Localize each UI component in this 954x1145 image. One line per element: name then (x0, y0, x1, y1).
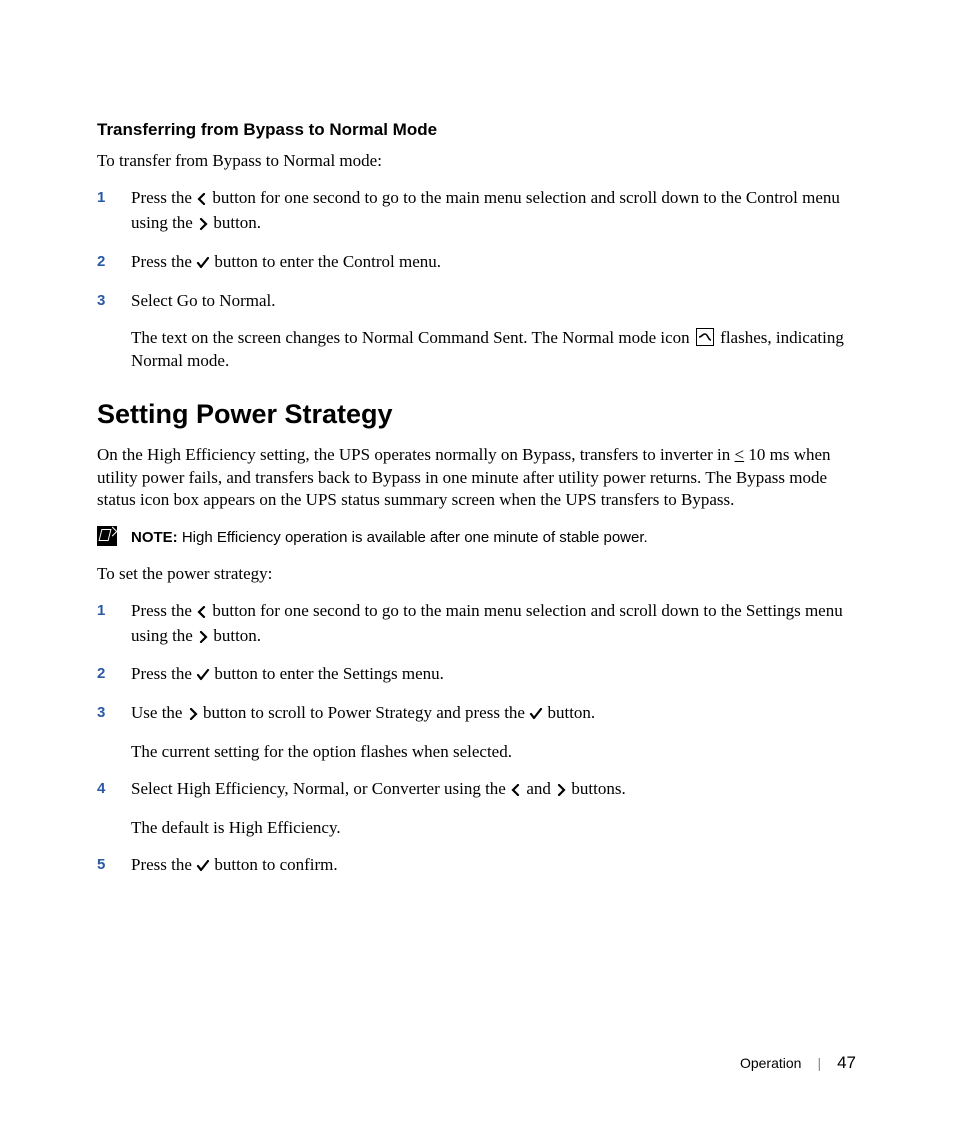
text-run: and (522, 779, 555, 798)
text-run: Press the (131, 601, 196, 620)
document-page: Transferring from Bypass to Normal Mode … (0, 0, 954, 1145)
step-text: Press the button for one second to go to… (131, 600, 856, 650)
step-text: Press the button to enter the Settings m… (131, 663, 856, 688)
text-run: button to confirm. (210, 855, 337, 874)
right-chevron-icon (187, 704, 199, 727)
left-chevron-icon (196, 602, 208, 625)
step-number: 4 (97, 778, 131, 797)
step-item: 3 Use the button to scroll to Power Stra… (97, 702, 856, 764)
text-run: button. (209, 213, 261, 232)
note-callout: NOTE: High Efficiency operation is avail… (97, 526, 856, 548)
step-text: Press the button to confirm. (131, 854, 856, 879)
left-chevron-icon (510, 780, 522, 803)
step-text: Select Go to Normal. The text on the scr… (131, 290, 856, 373)
page-number: 47 (837, 1053, 856, 1073)
step-number: 2 (97, 251, 131, 270)
step-text: Press the button to enter the Control me… (131, 251, 856, 276)
note-body: High Efficiency operation is available a… (178, 529, 648, 546)
section-heading: Setting Power Strategy (97, 399, 856, 430)
step-number: 3 (97, 290, 131, 309)
step-subtext: The default is High Efficiency. (131, 817, 856, 840)
text-run: Press the (131, 664, 196, 683)
page-footer: Operation | 47 (740, 1053, 856, 1073)
check-icon (529, 704, 543, 727)
body-paragraph: On the High Efficiency setting, the UPS … (97, 444, 856, 513)
text-run: Press the (131, 188, 196, 207)
steps-list-2: 1 Press the button for one second to go … (97, 600, 856, 880)
footer-section: Operation (740, 1055, 801, 1071)
note-icon-cell (97, 526, 131, 546)
right-chevron-icon (555, 780, 567, 803)
right-chevron-icon (197, 214, 209, 237)
lte-symbol: < (735, 445, 745, 464)
step-item: 2 Press the button to enter the Control … (97, 251, 856, 276)
check-icon (196, 253, 210, 276)
check-icon (196, 856, 210, 879)
left-chevron-icon (196, 189, 208, 212)
step-item: 4 Select High Efficiency, Normal, or Con… (97, 778, 856, 840)
step-text: Use the button to scroll to Power Strate… (131, 702, 856, 764)
step-number: 3 (97, 702, 131, 721)
step-text: Select High Efficiency, Normal, or Conve… (131, 778, 856, 840)
text-run: On the High Efficiency setting, the UPS … (97, 445, 735, 464)
text-run: Select Go to Normal. (131, 291, 275, 310)
step-number: 1 (97, 600, 131, 619)
footer-divider: | (817, 1055, 821, 1071)
note-text: NOTE: High Efficiency operation is avail… (131, 526, 648, 548)
text-run: button. (543, 703, 595, 722)
text-run: button. (209, 626, 261, 645)
text-run: buttons. (567, 779, 626, 798)
step-subtext: The text on the screen changes to Normal… (131, 327, 856, 373)
steps-list-1: 1 Press the button for one second to go … (97, 187, 856, 373)
step-item: 5 Press the button to confirm. (97, 854, 856, 879)
subsection-heading: Transferring from Bypass to Normal Mode (97, 120, 856, 140)
text-run: button to enter the Settings menu. (210, 664, 444, 683)
text-run: Press the (131, 855, 196, 874)
text-run: Press the (131, 252, 196, 271)
step-subtext: The current setting for the option flash… (131, 741, 856, 764)
text-run: Select High Efficiency, Normal, or Conve… (131, 779, 510, 798)
step-text: Press the button for one second to go to… (131, 187, 856, 237)
step-item: 1 Press the button for one second to go … (97, 187, 856, 237)
intro-paragraph: To transfer from Bypass to Normal mode: (97, 150, 856, 173)
step-number: 2 (97, 663, 131, 682)
normal-mode-icon (696, 328, 714, 346)
step-number: 5 (97, 854, 131, 873)
intro-paragraph: To set the power strategy: (97, 563, 856, 586)
note-icon (97, 526, 117, 546)
text-run: Use the (131, 703, 187, 722)
right-chevron-icon (197, 627, 209, 650)
step-item: 3 Select Go to Normal. The text on the s… (97, 290, 856, 373)
step-item: 2 Press the button to enter the Settings… (97, 663, 856, 688)
step-number: 1 (97, 187, 131, 206)
check-icon (196, 665, 210, 688)
note-label: NOTE: (131, 529, 178, 546)
text-run: button to scroll to Power Strategy and p… (199, 703, 530, 722)
text-run: button to enter the Control menu. (210, 252, 441, 271)
step-item: 1 Press the button for one second to go … (97, 600, 856, 650)
text-run: The text on the screen changes to Normal… (131, 328, 694, 347)
